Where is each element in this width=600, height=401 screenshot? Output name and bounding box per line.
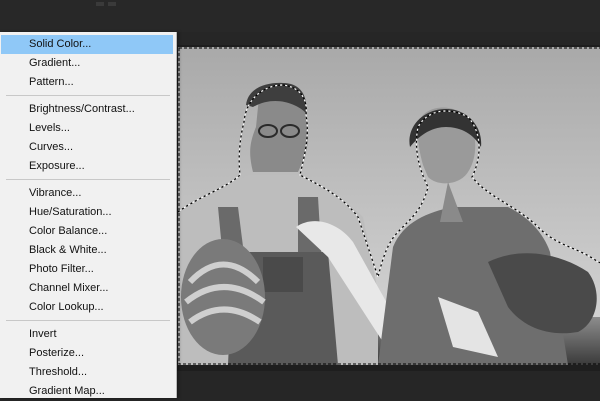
menu-separator bbox=[6, 95, 170, 96]
menu-item-color-lookup[interactable]: Color Lookup... bbox=[1, 298, 173, 317]
menu-item-curves[interactable]: Curves... bbox=[1, 138, 173, 157]
menu-item-channel-mixer[interactable]: Channel Mixer... bbox=[1, 279, 173, 298]
menu-item-posterize[interactable]: Posterize... bbox=[1, 344, 173, 363]
panel-tab-marker bbox=[108, 2, 116, 6]
menu-item-color-balance[interactable]: Color Balance... bbox=[1, 222, 173, 241]
menu-item-levels[interactable]: Levels... bbox=[1, 119, 173, 138]
menu-item-threshold[interactable]: Threshold... bbox=[1, 363, 173, 382]
menu-item-gradient-map[interactable]: Gradient Map... bbox=[1, 382, 173, 401]
menu-item-brightness-contrast[interactable]: Brightness/Contrast... bbox=[1, 100, 173, 119]
menu-item-invert[interactable]: Invert bbox=[1, 325, 173, 344]
menu-item-exposure[interactable]: Exposure... bbox=[1, 157, 173, 176]
menu-item-solid-color[interactable]: Solid Color... bbox=[1, 35, 173, 54]
photo-image bbox=[178, 47, 600, 365]
workspace-top-strip bbox=[0, 0, 600, 32]
menu-item-hue-saturation[interactable]: Hue/Saturation... bbox=[1, 203, 173, 222]
menu-item-photo-filter[interactable]: Photo Filter... bbox=[1, 260, 173, 279]
menu-item-pattern[interactable]: Pattern... bbox=[1, 73, 173, 92]
menu-item-vibrance[interactable]: Vibrance... bbox=[1, 184, 173, 203]
menu-separator bbox=[6, 320, 170, 321]
adjustment-layer-menu[interactable]: Solid Color... Gradient... Pattern... Brigh… bbox=[0, 32, 177, 398]
menu-item-black-white[interactable]: Black & White... bbox=[1, 241, 173, 260]
menu-separator bbox=[6, 179, 170, 180]
document-canvas[interactable] bbox=[178, 47, 600, 365]
menu-item-gradient[interactable]: Gradient... bbox=[1, 54, 173, 73]
panel-tab-marker bbox=[96, 2, 104, 6]
